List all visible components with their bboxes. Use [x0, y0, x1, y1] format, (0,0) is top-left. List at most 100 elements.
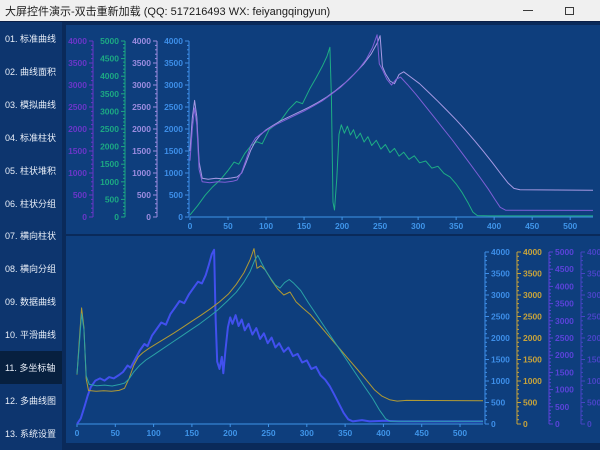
svg-text:3500: 3500	[68, 58, 87, 68]
sidebar-item-02[interactable]: 02. 曲线面积	[0, 55, 62, 88]
chart-panel-bottom: 0501001502002503003504004505000500100015…	[66, 236, 600, 443]
svg-text:2000: 2000	[164, 124, 183, 134]
sidebar-item-09[interactable]: 09. 数据曲线	[0, 285, 62, 318]
svg-text:2500: 2500	[587, 312, 600, 322]
series-teal-line	[77, 255, 483, 421]
svg-text:2500: 2500	[555, 333, 574, 343]
svg-text:500: 500	[453, 428, 467, 438]
series-teal-line	[190, 47, 593, 216]
svg-text:250: 250	[373, 221, 387, 231]
sidebar-item-03[interactable]: 03. 模拟曲线	[0, 88, 62, 121]
x-axis: 050100150200250300350400450500	[188, 217, 593, 231]
svg-text:0: 0	[587, 419, 592, 429]
svg-text:500: 500	[555, 402, 569, 412]
svg-text:2000: 2000	[100, 142, 119, 152]
svg-text:1000: 1000	[100, 177, 119, 187]
svg-text:3000: 3000	[164, 80, 183, 90]
svg-text:4500: 4500	[555, 264, 574, 274]
svg-text:2500: 2500	[164, 102, 183, 112]
svg-text:300: 300	[411, 221, 425, 231]
svg-text:400: 400	[487, 221, 501, 231]
svg-text:500: 500	[169, 190, 183, 200]
sidebar-item-08[interactable]: 08. 横向分组	[0, 252, 62, 285]
svg-text:1000: 1000	[132, 168, 151, 178]
sidebar-item-12[interactable]: 12. 多曲线图	[0, 384, 62, 417]
svg-text:2000: 2000	[587, 333, 600, 343]
svg-text:3000: 3000	[555, 316, 574, 326]
sidebar-item-11[interactable]: 11. 多坐标轴	[0, 351, 62, 384]
series-yellow-line	[77, 249, 483, 402]
sidebar-item-07[interactable]: 07. 横向柱状	[0, 220, 62, 253]
svg-text:1500: 1500	[587, 355, 600, 365]
svg-text:1500: 1500	[555, 367, 574, 377]
svg-text:4000: 4000	[164, 36, 183, 46]
svg-text:1500: 1500	[132, 146, 151, 156]
svg-text:4500: 4500	[100, 54, 119, 64]
svg-text:2500: 2500	[132, 102, 151, 112]
y-axis-teal: 0500100015002000250030003500400045005000	[100, 36, 125, 222]
svg-text:3500: 3500	[132, 58, 151, 68]
svg-text:500: 500	[563, 221, 577, 231]
series-purple-line	[190, 35, 593, 211]
svg-text:100: 100	[147, 428, 161, 438]
svg-text:4000: 4000	[523, 247, 542, 257]
maximize-icon[interactable]	[562, 4, 576, 18]
svg-text:3000: 3000	[587, 290, 600, 300]
svg-text:200: 200	[335, 221, 349, 231]
chart-bottom-svg: 0501001502002503003504004505000500100015…	[66, 236, 600, 443]
svg-text:5000: 5000	[555, 247, 574, 257]
svg-text:50: 50	[223, 221, 233, 231]
svg-text:3500: 3500	[587, 269, 600, 279]
sidebar-item-05[interactable]: 05. 柱状堆积	[0, 154, 62, 187]
svg-text:2000: 2000	[68, 124, 87, 134]
svg-text:5000: 5000	[100, 36, 119, 46]
svg-text:2500: 2500	[100, 124, 119, 134]
svg-text:4000: 4000	[68, 36, 87, 46]
svg-text:4000: 4000	[491, 247, 510, 257]
svg-text:2000: 2000	[555, 350, 574, 360]
sidebar: 01. 标准曲线02. 曲线面积03. 模拟曲线04. 标准柱状05. 柱状堆积…	[0, 22, 62, 450]
svg-text:1000: 1000	[523, 376, 542, 386]
svg-text:1500: 1500	[164, 146, 183, 156]
x-axis: 050100150200250300350400450500	[75, 424, 483, 438]
svg-text:200: 200	[223, 428, 237, 438]
svg-text:3500: 3500	[555, 299, 574, 309]
svg-text:1500: 1500	[100, 159, 119, 169]
svg-text:0: 0	[114, 212, 119, 222]
title-bar: 大屏控件演示-双击重新加载 (QQ: 517216493 WX: feiyang…	[0, 0, 600, 22]
svg-text:450: 450	[525, 221, 539, 231]
svg-text:4000: 4000	[132, 36, 151, 46]
svg-text:0: 0	[82, 212, 87, 222]
svg-text:300: 300	[300, 428, 314, 438]
svg-text:0: 0	[523, 419, 528, 429]
sidebar-item-13[interactable]: 13. 系统设置	[0, 417, 62, 450]
svg-text:2000: 2000	[491, 333, 510, 343]
window-title: 大屏控件演示-双击重新加载 (QQ: 517216493 WX: feiyang…	[0, 3, 330, 19]
svg-text:350: 350	[449, 221, 463, 231]
svg-text:4000: 4000	[100, 71, 119, 81]
svg-text:0: 0	[555, 419, 560, 429]
svg-text:1500: 1500	[68, 146, 87, 156]
y-axis-blue: 05001000150020002500300035004000	[485, 247, 510, 429]
sidebar-item-01[interactable]: 01. 标准曲线	[0, 22, 62, 55]
svg-text:0: 0	[188, 221, 193, 231]
y-axis-purple: 0500100015002000250030003500400045005000	[549, 247, 574, 429]
y-axis-blue: 05001000150020002500300035004000	[164, 36, 189, 222]
y-axis-yellow: 05001000150020002500300035004000	[517, 247, 542, 429]
sidebar-item-06[interactable]: 06. 柱状分组	[0, 187, 62, 220]
svg-text:250: 250	[261, 428, 275, 438]
svg-text:3000: 3000	[68, 80, 87, 90]
svg-text:500: 500	[587, 398, 600, 408]
svg-text:1000: 1000	[164, 168, 183, 178]
series-blue-line	[77, 250, 483, 424]
svg-text:500: 500	[137, 190, 151, 200]
svg-text:2500: 2500	[523, 312, 542, 322]
y-axis-violet: 05001000150020002500300035004000	[581, 247, 600, 429]
sidebar-item-10[interactable]: 10. 平滑曲线	[0, 318, 62, 351]
svg-text:0: 0	[491, 419, 496, 429]
minimize-icon[interactable]	[521, 4, 535, 18]
svg-text:3500: 3500	[491, 269, 510, 279]
svg-text:4000: 4000	[587, 247, 600, 257]
main-content: 01. 标准曲线02. 曲线面积03. 模拟曲线04. 标准柱状05. 柱状堆积…	[0, 22, 600, 450]
sidebar-item-04[interactable]: 04. 标准柱状	[0, 121, 62, 154]
